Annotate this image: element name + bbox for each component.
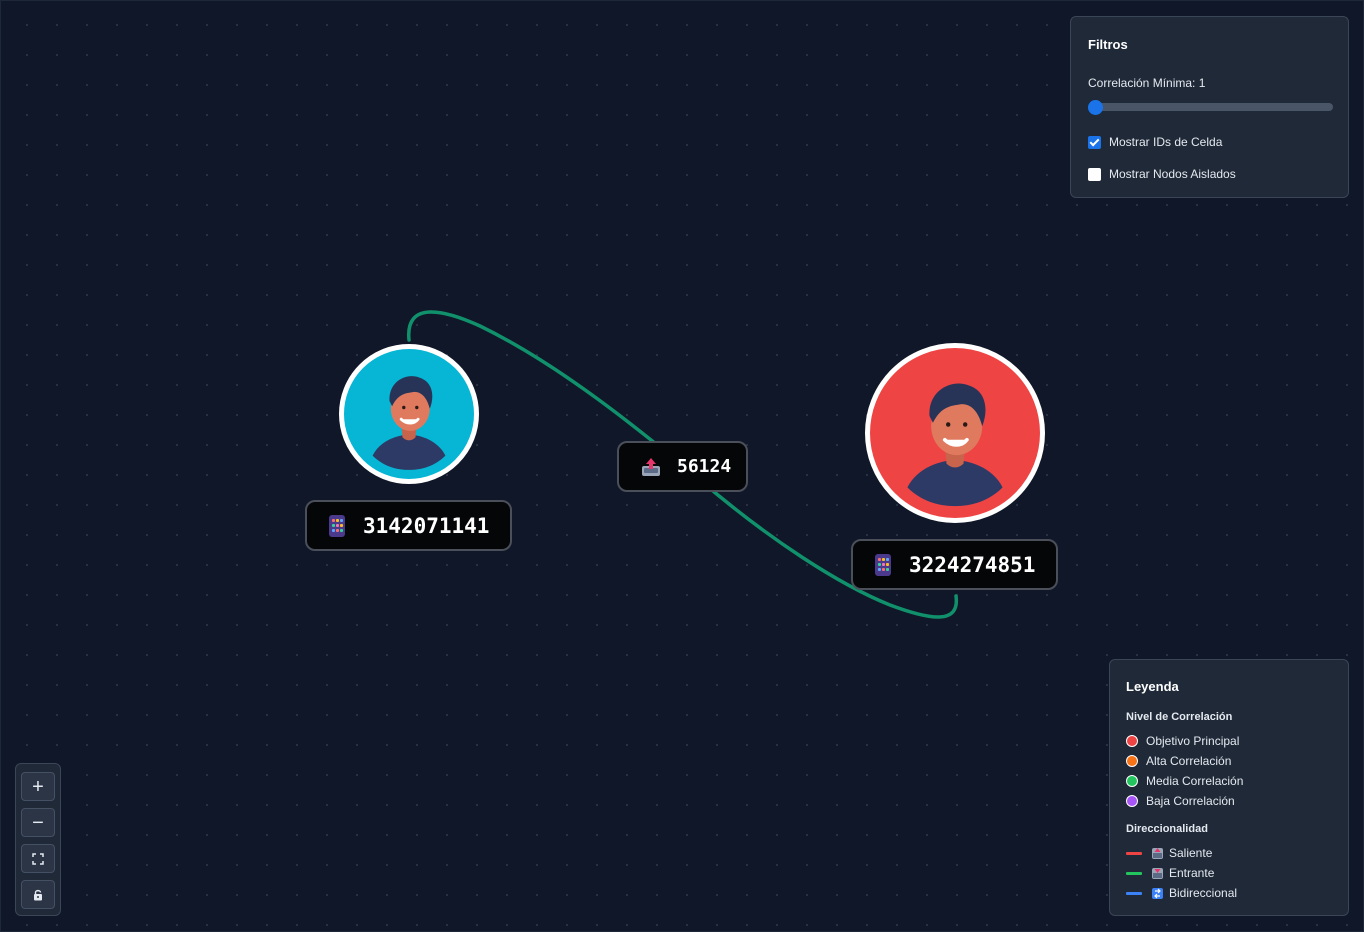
legend-item: Saliente bbox=[1126, 846, 1212, 860]
legend-item-label: Bidireccional bbox=[1169, 886, 1238, 900]
target-node-avatar[interactable] bbox=[865, 343, 1045, 523]
fit-view-icon bbox=[32, 852, 44, 865]
show-isolated-toggle[interactable]: Mostrar Nodos Aislados bbox=[1088, 167, 1236, 181]
person-avatar-icon bbox=[907, 383, 1003, 507]
phone-number-text: 3142071141 bbox=[363, 513, 490, 538]
filters-panel: Filtros Correlación Mínima: 1 Mostrar ID… bbox=[1070, 16, 1349, 198]
show-cell-ids-toggle[interactable]: Mostrar IDs de Celda bbox=[1088, 135, 1222, 149]
legend-item-label: Baja Correlación bbox=[1146, 794, 1235, 808]
show-isolated-label: Mostrar Nodos Aislados bbox=[1109, 167, 1236, 181]
phone-number-text: 3224274851 bbox=[909, 552, 1036, 577]
legend-item-label: Alta Correlación bbox=[1146, 754, 1232, 768]
mobile-phone-icon bbox=[875, 553, 891, 576]
red-dot-icon bbox=[1126, 735, 1138, 747]
legend-title: Leyenda bbox=[1126, 679, 1179, 694]
min-correlation-label: Correlación Mínima: 1 bbox=[1088, 76, 1206, 90]
min-correlation-slider[interactable] bbox=[1088, 103, 1333, 111]
person-avatar-icon bbox=[372, 376, 446, 470]
lock-button[interactable] bbox=[21, 880, 55, 909]
legend-panel: Leyenda Nivel de Correlación Objetivo Pr… bbox=[1109, 659, 1349, 916]
legend-item: Entrante bbox=[1126, 866, 1214, 880]
mobile-phone-icon bbox=[329, 514, 345, 537]
red-line-icon bbox=[1126, 851, 1142, 855]
orange-dot-icon bbox=[1126, 755, 1138, 767]
graph-controls: + − bbox=[15, 763, 61, 916]
legend-item: Objetivo Principal bbox=[1126, 734, 1239, 748]
blue-line-icon bbox=[1126, 891, 1142, 895]
inbox-icon bbox=[1152, 867, 1163, 879]
show-cell-ids-checkbox[interactable] bbox=[1088, 135, 1101, 149]
zoom-in-button[interactable]: + bbox=[21, 772, 55, 801]
edge-cell-id-label[interactable]: 56124 bbox=[617, 441, 748, 492]
legend-item: Media Correlación bbox=[1126, 774, 1243, 788]
person-node-avatar[interactable] bbox=[339, 344, 479, 484]
legend-item-label: Objetivo Principal bbox=[1146, 734, 1240, 748]
legend-item: Alta Correlación bbox=[1126, 754, 1231, 768]
show-cell-ids-label: Mostrar IDs de Celda bbox=[1109, 135, 1223, 149]
outbox-icon bbox=[1152, 847, 1163, 859]
slider-thumb[interactable] bbox=[1088, 100, 1103, 115]
phone-number-label[interactable]: 3142071141 bbox=[305, 500, 512, 551]
arrows-icon bbox=[1152, 887, 1163, 899]
legend-item-label: Entrante bbox=[1169, 866, 1215, 880]
fit-view-button[interactable] bbox=[21, 844, 55, 873]
show-isolated-checkbox[interactable] bbox=[1088, 167, 1101, 181]
zoom-out-button[interactable]: − bbox=[21, 808, 55, 837]
edge-cell-id-text: 56124 bbox=[677, 456, 732, 477]
phone-number-label[interactable]: 3224274851 bbox=[851, 539, 1058, 590]
minus-icon: − bbox=[32, 811, 44, 834]
filters-title: Filtros bbox=[1088, 37, 1128, 52]
direction-heading: Direccionalidad bbox=[1126, 823, 1208, 835]
plus-icon: + bbox=[32, 775, 44, 798]
lock-icon bbox=[34, 889, 42, 900]
correlation-level-heading: Nivel de Correlación bbox=[1126, 711, 1233, 723]
inbox-icon bbox=[641, 457, 661, 477]
purple-dot-icon bbox=[1126, 795, 1138, 807]
legend-item-label: Media Correlación bbox=[1146, 774, 1244, 788]
green-dot-icon bbox=[1126, 775, 1138, 787]
legend-item-label: Saliente bbox=[1169, 846, 1213, 860]
legend-item: Baja Correlación bbox=[1126, 794, 1235, 808]
legend-item: Bidireccional bbox=[1126, 886, 1237, 900]
green-line-icon bbox=[1126, 871, 1142, 875]
